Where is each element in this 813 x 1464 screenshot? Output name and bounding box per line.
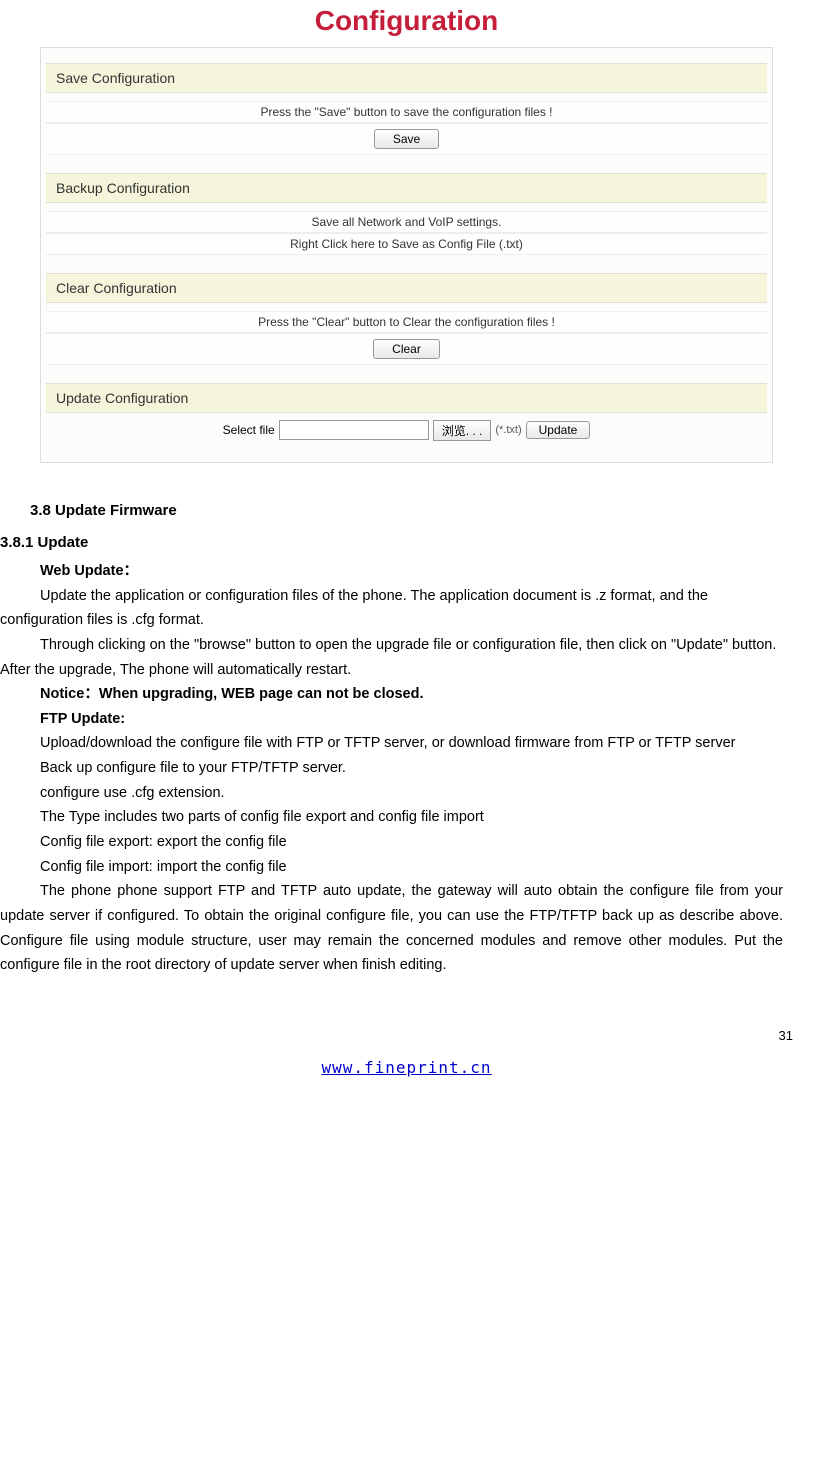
page-number: 31	[0, 978, 813, 1058]
save-button[interactable]: Save	[374, 129, 439, 149]
fineprint-link[interactable]: www.fineprint.cn	[321, 1058, 491, 1077]
web-update-label: Web Update：	[0, 559, 783, 584]
file-input[interactable]	[279, 420, 429, 440]
ftp-p2: Back up configure file to your FTP/TFTP …	[0, 756, 783, 781]
heading-3-8: 3.8 Update Firmware	[0, 498, 783, 524]
ftp-update-label: FTP Update:	[0, 707, 783, 732]
save-instruction: Press the "Save" button to save the conf…	[46, 101, 767, 123]
config-panel: Save Configuration Press the "Save" butt…	[40, 47, 773, 463]
footer-link: www.fineprint.cn	[0, 1058, 813, 1092]
update-config-header: Update Configuration	[46, 383, 767, 413]
ftp-p5: Config file export: export the config fi…	[0, 830, 783, 855]
notice-text: Notice：When upgrading, WEB page can not …	[0, 682, 783, 707]
clear-config-header: Clear Configuration	[46, 273, 767, 303]
ftp-p1: Upload/download the configure file with …	[0, 731, 783, 756]
heading-3-8-1: 3.8.1 Update	[0, 530, 783, 556]
ftp-p4: The Type includes two parts of config fi…	[0, 805, 783, 830]
ftp-p6: Config file import: import the config fi…	[0, 855, 783, 880]
backup-config-header: Backup Configuration	[46, 173, 767, 203]
backup-line2[interactable]: Right Click here to Save as Config File …	[46, 233, 767, 255]
select-file-label: Select file	[223, 423, 275, 437]
update-button[interactable]: Update	[526, 421, 591, 439]
document-content: 3.8 Update Firmware 3.8.1 Update Web Upd…	[0, 483, 813, 978]
config-title: Configuration	[0, 0, 813, 47]
clear-button[interactable]: Clear	[373, 339, 440, 359]
browse-button[interactable]: 浏览. . .	[433, 420, 492, 441]
web-update-p2: Through clicking on the "browse" button …	[0, 633, 783, 682]
file-ext-hint: (*.txt)	[495, 424, 521, 436]
ftp-p3: configure use .cfg extension.	[0, 781, 783, 806]
save-config-header: Save Configuration	[46, 63, 767, 93]
ftp-p7: The phone phone support FTP and TFTP aut…	[0, 879, 783, 978]
clear-instruction: Press the "Clear" button to Clear the co…	[46, 311, 767, 333]
backup-line1: Save all Network and VoIP settings.	[46, 211, 767, 233]
web-update-p1: Update the application or configuration …	[0, 584, 783, 633]
